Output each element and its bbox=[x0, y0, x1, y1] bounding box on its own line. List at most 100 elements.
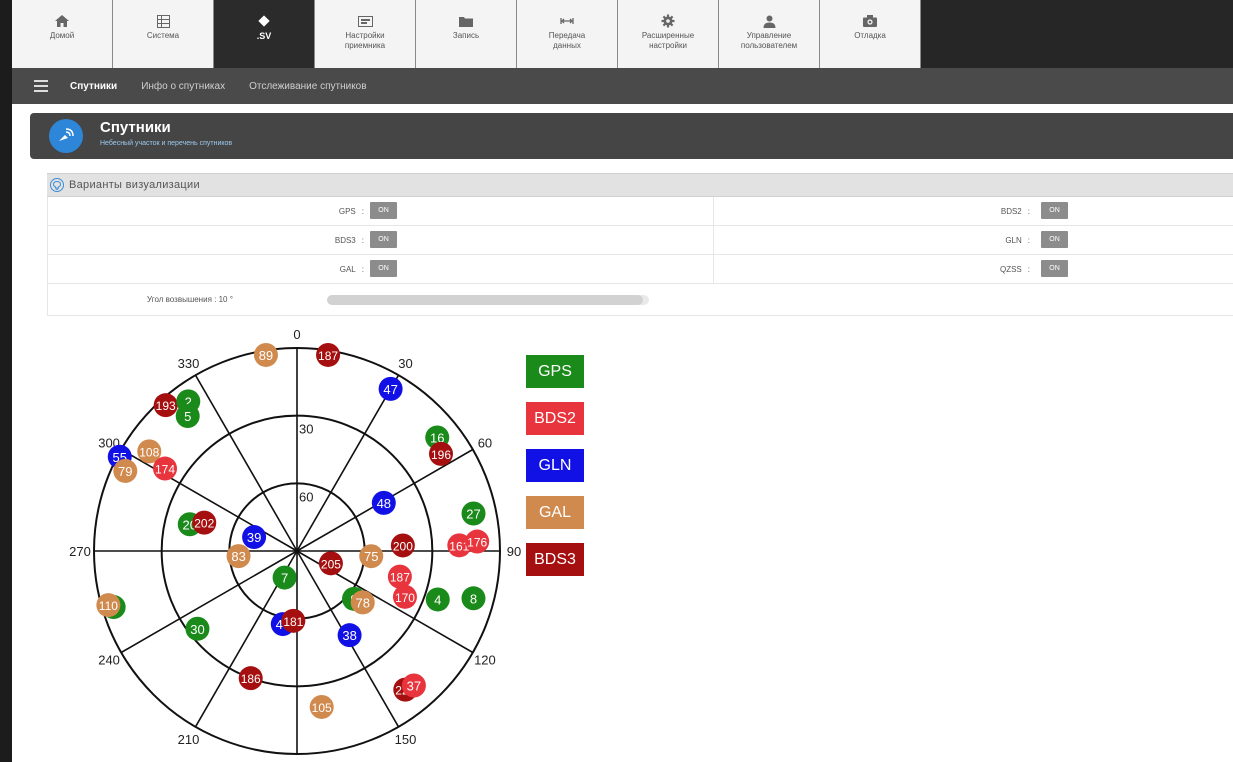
satellite-marker[interactable]: 200 bbox=[390, 533, 415, 558]
satellite-marker[interactable]: 39 bbox=[242, 525, 267, 550]
gps-toggle[interactable]: ON bbox=[370, 202, 397, 219]
gln-toggle[interactable]: ON bbox=[1041, 231, 1068, 248]
home-icon bbox=[53, 13, 71, 29]
azimuth-spoke bbox=[120, 448, 298, 552]
satellite-marker[interactable]: 176 bbox=[465, 529, 490, 554]
option-label-gps: GPS bbox=[338, 207, 356, 216]
gal-toggle[interactable]: ON bbox=[370, 260, 397, 277]
table-row: GAL : ON QZSS : ON bbox=[47, 255, 1233, 284]
debug-icon bbox=[861, 13, 879, 29]
satellite-marker[interactable]: 8 bbox=[461, 586, 486, 611]
option-separator: : bbox=[361, 236, 364, 245]
qzss-toggle[interactable]: ON bbox=[1041, 260, 1068, 277]
satellite-marker[interactable]: 187 bbox=[316, 342, 341, 367]
satellite-id: 200 bbox=[393, 539, 413, 553]
nav-item-system[interactable]: Система bbox=[113, 0, 214, 68]
option-cell: GAL : bbox=[47, 255, 372, 284]
satellite-marker[interactable]: 105 bbox=[309, 694, 334, 719]
tab-satellites[interactable]: Спутники bbox=[70, 81, 117, 92]
nav-item-receiver-settings[interactable]: Настройки приемника bbox=[315, 0, 416, 68]
satellite-id: 8 bbox=[470, 591, 477, 606]
satellite-marker[interactable]: 196 bbox=[428, 441, 453, 466]
satellite-id: 79 bbox=[118, 464, 132, 479]
skyplot: 0306090120150180210240270300330306089187… bbox=[40, 320, 600, 762]
legend-item-bds2: BDS2 bbox=[526, 402, 584, 435]
nav-label: Передача данных bbox=[548, 31, 586, 50]
bds3-toggle[interactable]: ON bbox=[370, 231, 397, 248]
bds2-toggle[interactable]: ON bbox=[1041, 202, 1068, 219]
satellite-marker[interactable]: 38 bbox=[337, 623, 362, 648]
legend-item-gal: GAL bbox=[526, 496, 584, 529]
satellite-id: 202 bbox=[194, 517, 214, 531]
satellite-marker[interactable]: 37 bbox=[401, 673, 426, 698]
nav-item-sv[interactable]: .SV bbox=[214, 0, 315, 68]
nav-item-record[interactable]: Запись bbox=[416, 0, 517, 68]
satellite-marker[interactable]: 89 bbox=[253, 342, 278, 367]
satellite-marker[interactable]: 47 bbox=[378, 376, 403, 401]
satellite-id: 39 bbox=[247, 530, 261, 545]
gear-icon bbox=[659, 13, 677, 29]
tab-satellite-tracking[interactable]: Отслеживание спутников bbox=[249, 81, 366, 92]
satellite-id: 187 bbox=[318, 349, 338, 363]
table-row: BDS3 : ON GLN : ON bbox=[47, 226, 1233, 255]
legend-item-gln: GLN bbox=[526, 449, 584, 482]
satellite-marker[interactable]: 5 bbox=[175, 404, 200, 429]
nav-item-home[interactable]: Домой bbox=[12, 0, 113, 68]
satellite-id: 170 bbox=[395, 591, 415, 605]
satellite-marker[interactable]: 48 bbox=[371, 490, 396, 515]
satellite-marker[interactable]: 202 bbox=[192, 510, 217, 535]
satellite-id: 110 bbox=[99, 599, 118, 613]
satellite-dish-icon bbox=[49, 119, 83, 153]
satellite-id: 105 bbox=[312, 701, 332, 715]
data-transfer-icon bbox=[558, 13, 576, 29]
satellite-marker[interactable]: 7 bbox=[272, 565, 297, 590]
satellite-marker[interactable]: 186 bbox=[238, 666, 263, 691]
option-cell: BDS2 : bbox=[727, 197, 1038, 226]
satellite-marker[interactable]: 4 bbox=[425, 587, 450, 612]
satellite-id: 37 bbox=[407, 678, 421, 693]
nav-item-debug[interactable]: Отладка bbox=[820, 0, 921, 68]
satellite-marker[interactable]: 75 bbox=[359, 544, 384, 569]
option-label-gln: GLN bbox=[1005, 236, 1022, 245]
satellite-marker[interactable]: 205 bbox=[318, 551, 343, 576]
nav-label: Система bbox=[146, 31, 180, 40]
receiver-settings-icon bbox=[356, 13, 374, 29]
azimuth-label: 60 bbox=[478, 436, 492, 451]
satellite-marker[interactable]: 193 bbox=[153, 393, 178, 418]
satellite-id: 48 bbox=[377, 496, 391, 511]
elevation-slider[interactable] bbox=[327, 295, 649, 305]
folder-icon bbox=[457, 13, 475, 29]
satellite-marker[interactable]: 187 bbox=[387, 564, 412, 589]
section-header: Варианты визуализации bbox=[47, 173, 1233, 197]
table-row: GPS : ON BDS2 : ON bbox=[47, 197, 1233, 226]
satellite-id: 187 bbox=[390, 571, 410, 585]
azimuth-label: 30 bbox=[398, 356, 412, 371]
option-cell: GPS : bbox=[47, 197, 372, 226]
satellite-id: 174 bbox=[155, 463, 175, 477]
option-cell: BDS3 : bbox=[47, 226, 372, 255]
nav-item-data-transfer[interactable]: Передача данных bbox=[517, 0, 618, 68]
option-label-qzss: QZSS bbox=[999, 265, 1022, 274]
satellite-id: 27 bbox=[466, 506, 480, 521]
azimuth-label: 210 bbox=[178, 732, 200, 747]
section-title: Варианты визуализации bbox=[69, 179, 200, 191]
satellite-marker[interactable]: 78 bbox=[350, 590, 375, 615]
azimuth-label: 90 bbox=[507, 544, 521, 559]
option-separator: : bbox=[1027, 207, 1030, 216]
satellite-marker[interactable]: 170 bbox=[392, 584, 417, 609]
nav-item-user-management[interactable]: Управление пользователем bbox=[719, 0, 820, 68]
satellite-id: 47 bbox=[383, 382, 397, 397]
elevation-label: 30 bbox=[299, 422, 313, 437]
tab-satellite-info[interactable]: Инфо о спутниках bbox=[141, 81, 225, 92]
satellite-marker[interactable]: 30 bbox=[185, 616, 210, 641]
nav-item-advanced-settings[interactable]: Расширенные настройки bbox=[618, 0, 719, 68]
menu-icon[interactable] bbox=[34, 80, 48, 92]
satellite-marker[interactable]: 83 bbox=[226, 544, 251, 569]
satellite-marker[interactable]: 181 bbox=[281, 608, 306, 633]
satellite-marker[interactable]: 27 bbox=[461, 501, 486, 526]
satellite-marker[interactable]: 79 bbox=[113, 458, 138, 483]
nav-label: .SV bbox=[256, 31, 272, 41]
satellite-marker[interactable]: 110 bbox=[96, 593, 121, 618]
option-label-bds3: BDS3 bbox=[334, 236, 356, 245]
satellite-marker[interactable]: 174 bbox=[153, 456, 178, 481]
